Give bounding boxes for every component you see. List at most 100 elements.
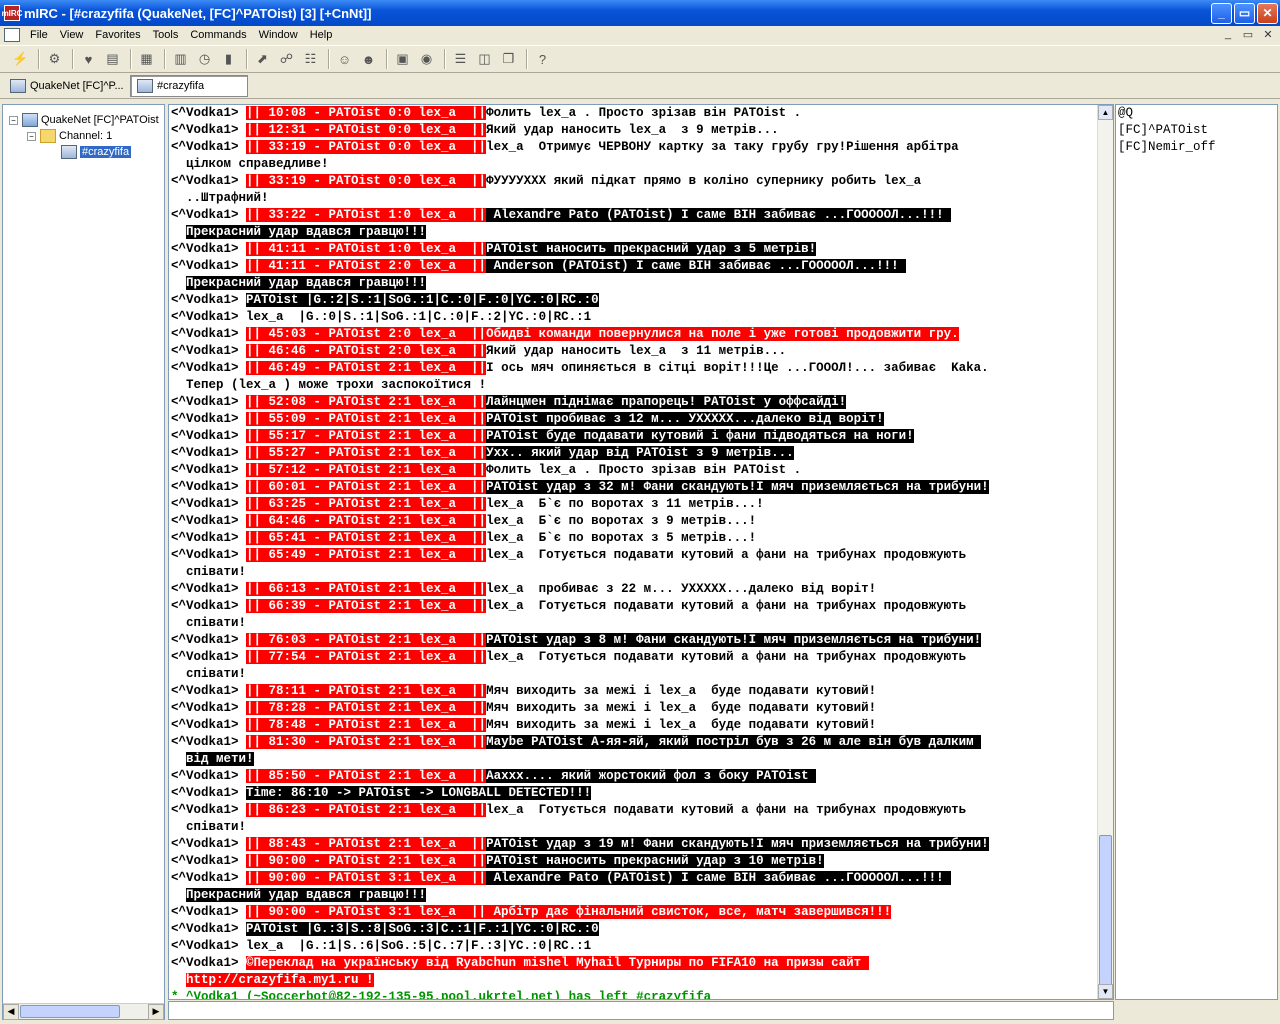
- colors-icon[interactable]: ▮: [218, 49, 239, 70]
- window-title: mIRC - [#crazyfifa (QuakeNet, [FC]^PATOi…: [24, 5, 372, 21]
- scroll-up-icon[interactable]: ▲: [1098, 105, 1113, 120]
- chat-text: lex_a Отримує ЧЕРВОНУ картку за таку гру…: [486, 140, 959, 154]
- chat-text: || 65:49 - PATOist 2:1 lex_a ||: [246, 548, 487, 562]
- urls-icon[interactable]: ☻: [358, 49, 379, 70]
- cascade-icon[interactable]: ❐: [498, 49, 519, 70]
- scripts-icon[interactable]: ▣: [392, 49, 413, 70]
- chat-text: || 45:03 - PATOist 2:0 lex_a ||: [246, 327, 487, 341]
- chat-text: Maybe PATOist А-яя-яй, який постріл був …: [486, 735, 982, 749]
- chat-nick: [171, 667, 186, 681]
- chat-text: Aaxxx.... який жорстокий фол з боку PATO…: [486, 769, 817, 783]
- chat-text: співати!: [186, 667, 247, 681]
- chat-nick: <^Vodka1>: [171, 718, 247, 732]
- chat-nick: <^Vodka1>: [171, 956, 247, 970]
- scroll-thumb[interactable]: [20, 1005, 120, 1018]
- tree-channel-folder[interactable]: − Channel: 1: [27, 129, 112, 143]
- mirc-app-icon[interactable]: mIRC: [2, 5, 22, 21]
- channel-window-icon[interactable]: [4, 28, 20, 42]
- nick-item[interactable]: [FC]^PATOist: [1118, 122, 1275, 139]
- log-icon[interactable]: ▦: [136, 49, 157, 70]
- switchbar-channel-tab[interactable]: #crazyfifa: [130, 75, 248, 97]
- tile-horizontal-icon[interactable]: ☰: [450, 49, 471, 70]
- minimize-button[interactable]: _: [1211, 2, 1232, 24]
- chat-nick: <^Vodka1>: [171, 497, 247, 511]
- chat-text: Обидві команди повернулися на поле і уже…: [486, 327, 959, 341]
- collapse-icon[interactable]: −: [27, 131, 36, 141]
- chat-text: Anderson (PATOist) І саме ВІН забиває ..…: [486, 259, 907, 273]
- chat-nick: <^Vodka1>: [171, 463, 247, 477]
- chat-nick: <^Vodka1>: [171, 803, 247, 817]
- menu-view[interactable]: View: [54, 29, 90, 41]
- chat-nick: <^Vodka1>: [171, 650, 247, 664]
- chat-line: ..Штрафний!: [171, 190, 1099, 207]
- chat-nick: <^Vodka1>: [171, 446, 247, 460]
- chat-text: lex_a |G.:1|S.:6|SoG.:5|C.:7|F.:3|YC.:0|…: [246, 939, 592, 953]
- nick-item[interactable]: @Q: [1118, 105, 1275, 122]
- menu-favorites[interactable]: Favorites: [89, 29, 146, 41]
- tree-channel-node[interactable]: #crazyfifa: [61, 145, 132, 159]
- menu-tools[interactable]: Tools: [147, 29, 185, 41]
- scroll-left-icon[interactable]: ◀: [3, 1003, 19, 1020]
- chat-nick: <^Vodka1>: [171, 922, 247, 936]
- notify-icon[interactable]: ☺: [334, 49, 355, 70]
- scroll-right-icon[interactable]: ▶: [148, 1003, 164, 1020]
- chat-text: від мети!: [186, 752, 254, 766]
- chat-text: Мяч виходить за межі і lex_a буде подава…: [486, 718, 877, 732]
- chat-vertical-scrollbar[interactable]: ▲ ▼: [1097, 105, 1113, 999]
- menu-file[interactable]: File: [24, 29, 54, 41]
- chat-nick: <^Vodka1>: [171, 174, 247, 188]
- chat-nick: <^Vodka1>: [171, 344, 247, 358]
- chat-text: І ось мяч опиняється в сітці воріт!!!Це …: [486, 361, 989, 375]
- chat-line: <^Vodka1> Time: 86:10 -> PATOist -> LONG…: [171, 785, 1099, 802]
- chat-nick: <^Vodka1>: [171, 310, 247, 324]
- message-input[interactable]: [168, 1001, 1114, 1020]
- maximize-button[interactable]: ▭: [1234, 2, 1255, 24]
- nick-item[interactable]: [FC]Nemir_off: [1118, 139, 1275, 156]
- menu-help[interactable]: Help: [304, 29, 339, 41]
- chat-line: <^Vodka1> || 63:25 - PATOist 2:1 lex_a |…: [171, 496, 1099, 513]
- mdi-restore-button[interactable]: ▭: [1240, 27, 1256, 41]
- scroll-down-icon[interactable]: ▼: [1098, 984, 1113, 999]
- chat-text: Alexandre Pato (PATOist) І саме ВІН заби…: [486, 208, 952, 222]
- tree-horizontal-scrollbar[interactable]: ◀ ▶: [3, 1003, 164, 1020]
- scroll-thumb[interactable]: [1099, 835, 1112, 985]
- chat-line: <^Vodka1> || 46:46 - PATOist 2:0 lex_a |…: [171, 343, 1099, 360]
- switchbar-server-label: QuakeNet [FC]^P...: [30, 80, 124, 92]
- mdi-close-button[interactable]: ✕: [1260, 27, 1276, 41]
- tree-server-node[interactable]: − QuakeNet [FC]^PATOist: [9, 113, 159, 127]
- address-book-icon[interactable]: ▤: [102, 49, 123, 70]
- channel-window: <^Vodka1> || 10:08 - PATOist 0:0 lex_a |…: [168, 104, 1114, 1000]
- favorites-icon[interactable]: ♥: [78, 49, 99, 70]
- title-bar: mIRC mIRC - [#crazyfifa (QuakeNet, [FC]^…: [0, 0, 1280, 26]
- chat-text: || 60:01 - PATOist 2:1 lex_a ||: [246, 480, 487, 494]
- menu-commands[interactable]: Commands: [184, 29, 252, 41]
- tile-vertical-icon[interactable]: ◫: [474, 49, 495, 70]
- help-icon[interactable]: ?: [532, 49, 553, 70]
- chat-nick: <^Vodka1>: [171, 905, 247, 919]
- chat-nick: <^Vodka1>: [171, 531, 247, 545]
- connect-icon[interactable]: ⚡: [10, 49, 31, 70]
- chat-line: <^Vodka1> || 88:43 - PATOist 2:1 lex_a |…: [171, 836, 1099, 853]
- menu-window[interactable]: Window: [253, 29, 304, 41]
- switchbar-server-tab[interactable]: QuakeNet [FC]^P...: [4, 75, 126, 97]
- dcc-send-icon[interactable]: ⬈: [252, 49, 273, 70]
- chat-line: <^Vodka1> || 33:19 - PATOist 0:0 lex_a |…: [171, 173, 1099, 190]
- chat-nick: <^Vodka1>: [171, 242, 247, 256]
- chat-text: || 63:25 - PATOist 2:1 lex_a ||: [246, 497, 487, 511]
- options-icon[interactable]: ⚙: [44, 49, 65, 70]
- collapse-icon[interactable]: −: [9, 115, 18, 125]
- server-icon: [22, 113, 38, 127]
- dcc-chat-icon[interactable]: ☍: [276, 49, 297, 70]
- chat-text: співати!: [186, 616, 247, 630]
- channel-list-icon[interactable]: ☷: [300, 49, 321, 70]
- received-icon[interactable]: ▥: [170, 49, 191, 70]
- chat-nick: <^Vodka1>: [171, 599, 247, 613]
- chat-nick: [171, 565, 186, 579]
- chat-nick: <^Vodka1>: [171, 633, 247, 647]
- chat-text: lex_a |G.:0|S.:1|SoG.:1|C.:0|F.:2|YC.:0|…: [246, 310, 592, 324]
- mdi-minimize-button[interactable]: _: [1220, 27, 1236, 41]
- close-button[interactable]: ✕: [1257, 2, 1278, 24]
- chat-text: || 76:03 - PATOist 2:1 lex_a ||: [246, 633, 487, 647]
- timer-icon[interactable]: ◷: [194, 49, 215, 70]
- aliases-icon[interactable]: ◉: [416, 49, 437, 70]
